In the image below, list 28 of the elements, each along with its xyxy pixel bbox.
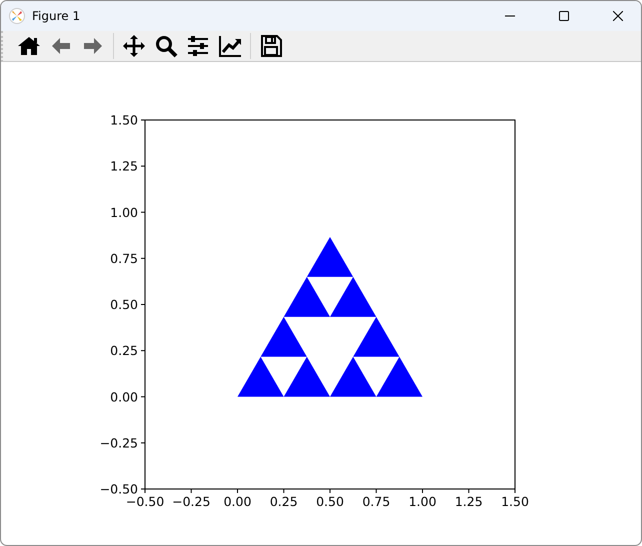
x-tick-label: 0.25 <box>270 494 298 509</box>
y-tick-label: 1.00 <box>110 204 138 220</box>
x-tick-label: 0.75 <box>362 494 390 509</box>
home-icon[interactable] <box>17 34 41 58</box>
x-tick-label: 0.50 <box>316 494 344 509</box>
sliders-icon[interactable] <box>186 34 210 58</box>
x-tick-label: −0.25 <box>172 494 210 509</box>
app-icon <box>9 8 25 24</box>
x-tick-label: −0.50 <box>126 494 164 509</box>
y-tick-label: −0.50 <box>100 482 138 496</box>
y-tick-label: 1.50 <box>110 112 138 128</box>
move-icon[interactable] <box>122 34 146 58</box>
y-tick-label: 0.75 <box>110 250 138 266</box>
maximize-icon[interactable] <box>559 11 569 21</box>
y-tick-label: 0.25 <box>110 343 138 358</box>
x-tick-label: 1.00 <box>408 494 436 509</box>
save-icon[interactable] <box>259 34 283 58</box>
y-tick-label: 0.00 <box>110 389 138 404</box>
x-tick-label: 1.50 <box>501 494 529 509</box>
line-chart-icon[interactable] <box>218 34 242 58</box>
close-icon[interactable] <box>613 11 623 21</box>
window-title: Figure 1 <box>32 9 80 23</box>
x-tick-label: 1.25 <box>454 494 483 509</box>
x-tick-label: 0.00 <box>224 494 252 509</box>
search-icon[interactable] <box>154 34 178 58</box>
y-tick-label: 0.50 <box>110 297 138 312</box>
y-tick-label: −0.25 <box>100 435 138 450</box>
y-tick-label: 1.25 <box>110 158 138 174</box>
